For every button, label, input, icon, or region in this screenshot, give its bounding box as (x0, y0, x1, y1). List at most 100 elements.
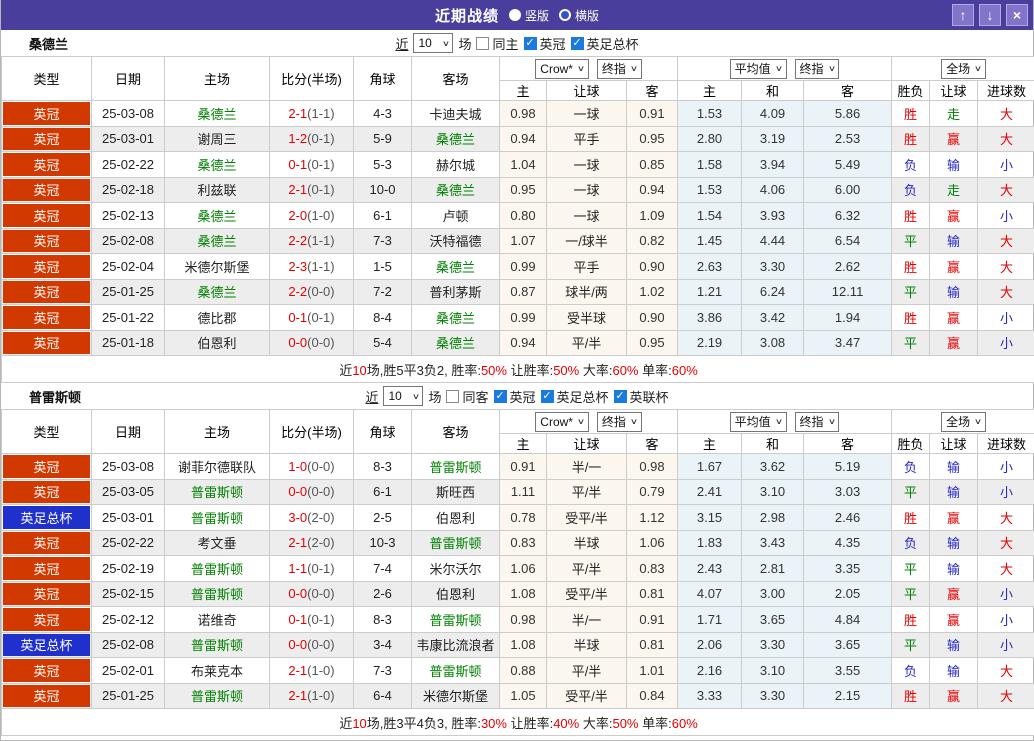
cell-result-goals: 小 (978, 581, 1034, 607)
cell-home-team: 谢周三 (165, 126, 270, 152)
league-checkbox[interactable]: ✓英冠 (494, 387, 536, 406)
cell-league-badge: 英冠 (2, 330, 92, 356)
move-up-button[interactable]: ↑ (952, 4, 974, 26)
results-table: 类型 日期 主场 比分(半场) 角球 客场 Crow*∨ 终指∨ 平均值 (1, 409, 1034, 736)
cell-euro-home: 3.33 (678, 683, 742, 709)
cell-euro-draw: 4.44 (742, 228, 804, 254)
down-arrow-icon: ↓ (987, 7, 994, 23)
odds-stage-select[interactable]: 终指 ∨ (597, 59, 642, 79)
cell-corners: 2-5 (354, 505, 412, 531)
chevron-down-icon: ∨ (411, 392, 419, 401)
cell-euro-home: 1.45 (678, 228, 742, 254)
col-header-result-wdl: 胜负 (892, 81, 930, 101)
same-venue-checkbox[interactable]: 同客 (446, 387, 488, 406)
cell-home-team: 桑德兰 (165, 152, 270, 178)
cell-league-badge: 英足总杯 (2, 505, 92, 531)
cell-home-team: 米德尔斯堡 (165, 254, 270, 280)
close-button[interactable]: × (1006, 4, 1028, 26)
cell-odds-handicap: 受平/半 (547, 505, 627, 531)
cell-date: 25-03-01 (92, 126, 165, 152)
euro-stage-select[interactable]: 终指∨ (795, 59, 840, 79)
cell-score: 2-1(0-1) (270, 177, 354, 203)
chevron-down-icon: ∨ (630, 64, 638, 73)
euro-source-select[interactable]: 平均值∨ (730, 412, 787, 432)
odds-stage-select[interactable]: 终指∨ (597, 412, 642, 432)
cell-result-wdl: 负 (892, 658, 930, 684)
cell-score: 0-1(0-1) (270, 607, 354, 633)
match-count-select[interactable]: 10 ∨ (383, 386, 423, 406)
cell-away-team: 普雷斯顿 (412, 607, 500, 633)
cell-result-goals: 小 (978, 305, 1034, 331)
cell-corners: 7-3 (354, 658, 412, 684)
table-row: 英冠25-02-13桑德兰2-0(1-0)6-1卢顿0.80一球1.091.54… (2, 203, 1034, 229)
col-header-result-handicap: 让球 (930, 434, 978, 454)
league-badge: 英冠 (3, 685, 90, 708)
odds-group-header: Crow*∨ 终指 ∨ (500, 57, 678, 81)
move-down-button[interactable]: ↓ (979, 4, 1001, 26)
cell-odds-handicap: 球半/两 (547, 279, 627, 305)
cell-corners: 6-4 (354, 683, 412, 709)
cell-corners: 8-4 (354, 305, 412, 331)
cell-euro-away: 3.55 (804, 658, 892, 684)
table-row: 英冠25-01-25普雷斯顿2-1(1-0)6-4米德尔斯堡1.05受平/半0.… (2, 683, 1034, 709)
cell-score: 2-3(1-1) (270, 254, 354, 280)
cell-odds-home: 0.83 (500, 530, 547, 556)
cell-date: 25-03-01 (92, 505, 165, 531)
cell-euro-draw: 3.10 (742, 479, 804, 505)
cell-odds-away: 0.83 (627, 556, 678, 582)
league-badge: 英冠 (3, 179, 90, 202)
euro-stage-select[interactable]: 终指∨ (795, 412, 840, 432)
cell-odds-handicap: 一球 (547, 177, 627, 203)
cell-euro-away: 2.15 (804, 683, 892, 709)
cell-result-handicap: 输 (930, 228, 978, 254)
chevron-down-icon: ∨ (775, 64, 783, 73)
match-count-value: 10 (388, 389, 401, 403)
cell-odds-away: 1.02 (627, 279, 678, 305)
cell-euro-away: 3.03 (804, 479, 892, 505)
euro-source-select[interactable]: 平均值∨ (730, 59, 787, 79)
cell-league-badge: 英冠 (2, 126, 92, 152)
cell-date: 25-02-08 (92, 632, 165, 658)
cell-corners: 6-1 (354, 203, 412, 229)
cell-euro-draw: 3.30 (742, 254, 804, 280)
cell-away-team: 普利茅斯 (412, 279, 500, 305)
cell-date: 25-02-22 (92, 152, 165, 178)
odds-company-select[interactable]: Crow*∨ (535, 412, 589, 432)
cell-odds-away: 1.09 (627, 203, 678, 229)
odds-stage-value: 终指 (602, 60, 626, 77)
table-row: 英冠25-03-08谢菲尔德联队1-0(0-0)8-3普雷斯顿0.91半/一0.… (2, 454, 1034, 480)
cell-odds-away: 0.95 (627, 330, 678, 356)
layout-radio-horizontal[interactable]: 横版 (559, 7, 599, 24)
cell-corners: 7-3 (354, 228, 412, 254)
near-label: 近 (365, 387, 378, 406)
odds-company-select[interactable]: Crow*∨ (535, 59, 589, 79)
result-scope-select[interactable]: 全场∨ (941, 59, 986, 79)
league-checkbox[interactable]: ✓英足总杯 (541, 387, 609, 406)
cell-odds-home: 0.95 (500, 177, 547, 203)
col-header-score: 比分(半场) (270, 57, 354, 101)
chevron-down-icon: ∨ (441, 39, 449, 48)
cell-corners: 7-4 (354, 556, 412, 582)
league-badge: 英冠 (3, 608, 90, 631)
euro-stage-value: 终指 (800, 60, 824, 77)
league-checkbox[interactable]: ✓英足总杯 (571, 34, 639, 53)
cell-away-team: 米德尔斯堡 (412, 683, 500, 709)
match-count-select[interactable]: 10∨ (413, 33, 453, 53)
layout-radio-vertical[interactable]: 竖版 (509, 7, 549, 24)
cell-euro-draw: 3.30 (742, 683, 804, 709)
same-venue-label: 同客 (462, 387, 488, 406)
same-venue-checkbox[interactable]: 同主 (476, 34, 518, 53)
cell-euro-draw: 3.19 (742, 126, 804, 152)
cell-score: 1-2(0-1) (270, 126, 354, 152)
result-scope-select[interactable]: 全场∨ (941, 412, 986, 432)
cell-corners: 5-4 (354, 330, 412, 356)
cell-date: 25-01-18 (92, 330, 165, 356)
cell-euro-away: 5.19 (804, 454, 892, 480)
cell-odds-away: 1.01 (627, 658, 678, 684)
table-row: 英足总杯25-02-08普雷斯顿0-0(0-0)3-4韦康比流浪者1.08半球0… (2, 632, 1034, 658)
cell-euro-home: 1.53 (678, 101, 742, 127)
league-checkbox[interactable]: ✓英冠 (524, 34, 566, 53)
cell-score: 0-0(0-0) (270, 632, 354, 658)
league-checkbox[interactable]: ✓英联杯 (614, 387, 669, 406)
cell-euro-draw: 3.62 (742, 454, 804, 480)
